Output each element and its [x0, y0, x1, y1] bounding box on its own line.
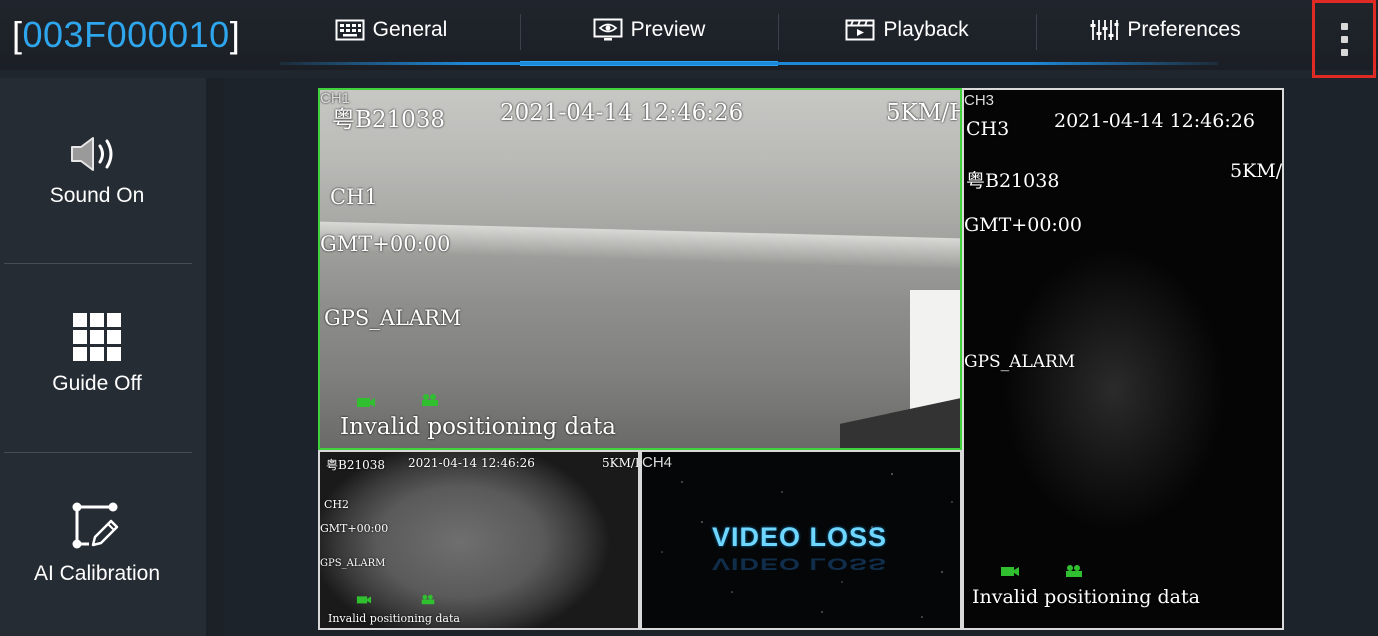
sidebar-divider	[4, 263, 192, 264]
keyboard-icon	[335, 19, 365, 41]
video-channel-3[interactable]: CH3 CH3 2021-04-14 12:46:26 粤B21038 5KM/…	[962, 88, 1284, 630]
datetime-overlay: 2021-04-14 12:46:26	[408, 456, 535, 470]
timezone-overlay: GMT+00:00	[320, 232, 451, 256]
recording-camera-icon	[356, 596, 372, 604]
video-loss-message: VIDEO LOSS	[712, 522, 888, 552]
sound-toggle-button[interactable]: Sound On	[0, 134, 194, 208]
recording-camera-icon	[1001, 567, 1019, 576]
calibration-icon	[72, 502, 119, 549]
scene-highlight	[910, 290, 960, 410]
video-channel-2[interactable]: 粤B21038 2021-04-14 12:46:26 5KM/H CH2 GM…	[318, 450, 640, 630]
device-id-label: [003F000010]	[12, 12, 240, 58]
recording-camera-icon	[357, 398, 375, 407]
motion-camera-icon	[422, 394, 438, 406]
sliders-icon	[1090, 20, 1119, 40]
scene-shadow	[840, 396, 960, 448]
sidebar-divider	[4, 452, 192, 453]
speed-overlay: 5KM/H	[1230, 160, 1283, 182]
speaker-icon	[71, 137, 113, 171]
tab-general-label: General	[372, 18, 448, 41]
ai-calibration-label: AI Calibration	[33, 562, 161, 585]
guide-toggle-button[interactable]: Guide Off	[0, 312, 194, 396]
plate-overlay: 粤B21038	[966, 170, 1060, 192]
plate-overlay: 粤B21038	[332, 107, 446, 133]
video-channel-4[interactable]: CH4 VIDEO LOSS VIDEO LOSS	[640, 450, 962, 630]
more-options-button[interactable]	[1312, 0, 1376, 78]
gps-alarm-overlay: GPS_ALARM	[324, 306, 462, 330]
tab-preview-label: Preview	[630, 18, 706, 41]
datetime-overlay: 2021-04-14 12:46:26	[500, 100, 744, 126]
video-loss-reflection: VIDEO LOSS	[712, 554, 888, 573]
datetime-overlay: 2021-04-14 12:46:26	[1054, 110, 1255, 132]
positioning-status-overlay: Invalid positioning data	[340, 414, 616, 440]
gps-alarm-overlay: GPS_ALARM	[320, 558, 386, 569]
ai-calibration-button[interactable]: AI Calibration	[0, 500, 194, 586]
eye-monitor-icon	[593, 18, 623, 41]
gps-alarm-overlay: GPS_ALARM	[964, 352, 1076, 372]
sound-toggle-label: Sound On	[49, 184, 145, 207]
tab-playback-label: Playback	[883, 18, 969, 41]
channel-name-overlay: CH1	[330, 185, 378, 209]
tab-preview[interactable]: Preview	[520, 0, 778, 66]
device-id-open-bracket: [	[12, 14, 23, 55]
speed-overlay: 5KM/H	[602, 456, 638, 470]
plate-overlay: 粤B21038	[326, 458, 385, 472]
tab-preferences[interactable]: Preferences	[1036, 0, 1294, 60]
video-channel-1[interactable]: CH1 粤B21038 2021-04-14 12:46:26 5KM/H CH…	[318, 88, 962, 450]
tab-playback[interactable]: Playback	[778, 0, 1036, 60]
motion-camera-icon	[1066, 565, 1082, 577]
top-bar: [003F000010] General Preview Playback Pr…	[0, 0, 1378, 78]
tab-bar: General Preview Playback Preferences	[262, 0, 1296, 66]
motion-camera-icon	[421, 594, 435, 605]
tab-preferences-label: Preferences	[1127, 18, 1241, 41]
channel-name-overlay: CH3	[966, 118, 1010, 140]
positioning-status-overlay: Invalid positioning data	[328, 612, 460, 625]
timezone-overlay: GMT+00:00	[964, 214, 1082, 236]
positioning-status-overlay: Invalid positioning data	[972, 586, 1200, 608]
channel-name-overlay: CH2	[324, 498, 350, 511]
video-grid: CH1 粤B21038 2021-04-14 12:46:26 5KM/H CH…	[318, 88, 1284, 630]
device-id-close-bracket: ]	[229, 14, 241, 55]
more-options-dot	[1340, 48, 1348, 56]
sidebar: Sound On Guide Off AI Calibration	[0, 78, 206, 636]
more-options-dot	[1340, 22, 1348, 30]
more-options-dot	[1340, 35, 1348, 43]
speed-overlay: 5KM/H	[886, 100, 962, 126]
channel-corner-label: CH3	[964, 92, 995, 109]
clapperboard-icon	[845, 19, 875, 41]
timezone-overlay: GMT+00:00	[320, 522, 389, 535]
tab-general[interactable]: General	[262, 0, 520, 60]
guide-toggle-label: Guide Off	[52, 372, 142, 395]
grid-icon	[73, 313, 121, 361]
sidebar-edge	[206, 78, 224, 636]
device-id-value: 003F000010	[22, 14, 230, 55]
app-window: [003F000010] General Preview Playback Pr…	[0, 0, 1378, 636]
tab-bar-underline	[280, 62, 1218, 65]
